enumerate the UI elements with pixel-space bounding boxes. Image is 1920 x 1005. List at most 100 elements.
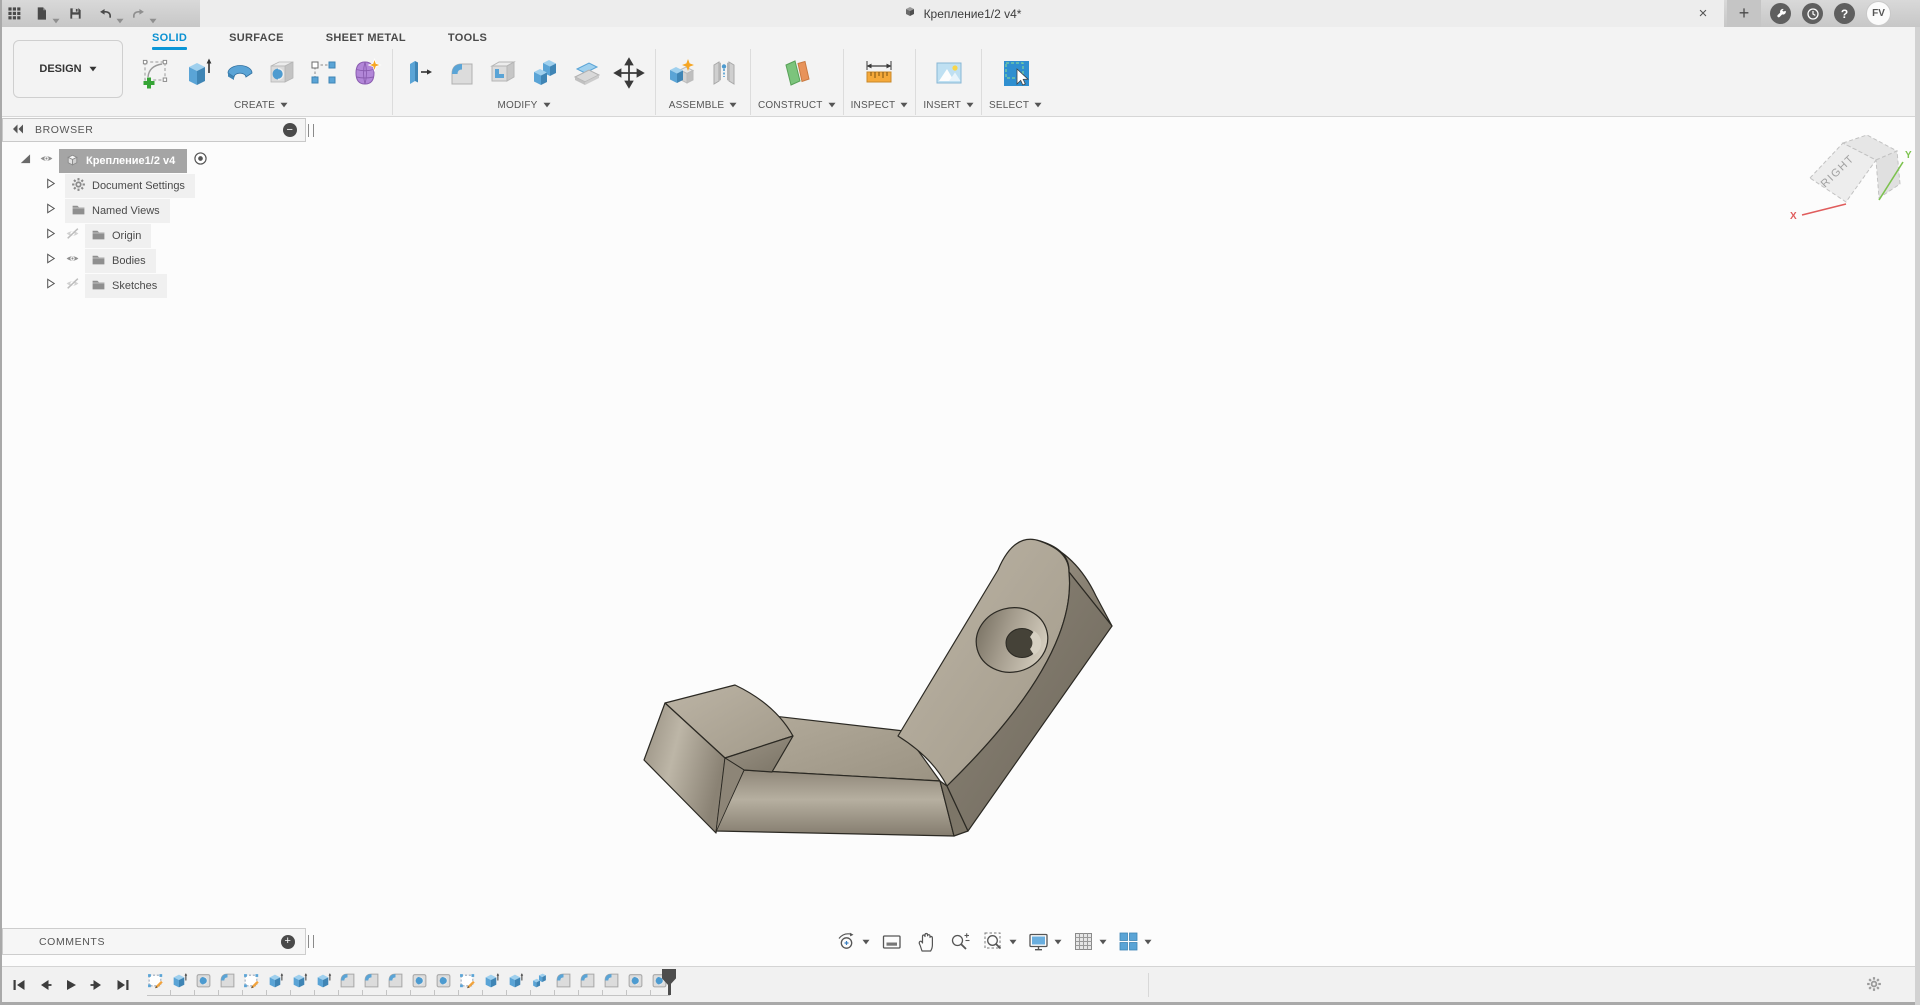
timeline-feature-fillet-11[interactable] [387, 971, 404, 989]
timeline-settings-icon[interactable] [1866, 976, 1882, 997]
measure-icon[interactable] [860, 51, 898, 95]
redo-caret[interactable] [149, 11, 157, 24]
timeline-feature-hole-3[interactable] [195, 971, 212, 989]
browser-node-sketches[interactable]: Sketches [2, 273, 306, 298]
viewcube[interactable]: RIGHT X Y [1782, 118, 1920, 230]
tab-surface[interactable]: SURFACE [229, 32, 284, 50]
step-forward-button[interactable] [88, 976, 106, 994]
timeline-feature-sketch-14[interactable] [459, 971, 476, 989]
expander-collapsed-icon[interactable] [44, 252, 57, 270]
group-label-modify[interactable]: MODIFY [497, 97, 551, 113]
rectangular-pattern-icon[interactable] [305, 51, 343, 95]
eye-off-icon[interactable] [65, 226, 80, 246]
comments-bar[interactable]: COMMENTS + [2, 928, 306, 955]
browser-node-document-settings[interactable]: Document Settings [2, 173, 306, 198]
play-button[interactable] [62, 976, 80, 994]
node-label[interactable]: Named Views [65, 198, 170, 223]
node-label[interactable]: Bodies [85, 248, 156, 273]
pan-icon[interactable] [912, 928, 940, 956]
timeline-feature-sketch-5[interactable] [243, 971, 260, 989]
timeline-feature-hole-21[interactable] [627, 971, 644, 989]
timeline-feature-sketch-1[interactable] [147, 971, 164, 989]
expander-collapsed-icon[interactable] [44, 202, 57, 220]
create-sketch-icon[interactable] [137, 51, 175, 95]
browser-node-named-views[interactable]: Named Views [2, 198, 306, 223]
browser-header[interactable]: BROWSER − [2, 118, 306, 142]
redo-icon[interactable] [130, 5, 147, 22]
undo-caret[interactable] [116, 11, 124, 24]
timeline-feature-fillet-10[interactable] [363, 971, 380, 989]
browser-node-origin[interactable]: Origin [2, 223, 306, 248]
eye-icon[interactable] [65, 251, 80, 271]
browser-collapse-icon[interactable]: − [283, 123, 297, 137]
group-label-assemble[interactable]: ASSEMBLE [669, 97, 738, 113]
viewports-icon[interactable] [1115, 928, 1154, 956]
notifications-icon[interactable] [1802, 3, 1823, 24]
fit-icon[interactable] [980, 928, 1019, 956]
undo-icon[interactable] [97, 5, 114, 22]
timeline-feature-extrude-7[interactable] [291, 971, 308, 989]
group-label-insert[interactable]: INSERT [923, 97, 974, 113]
workspace-switcher[interactable]: DESIGN [13, 40, 123, 98]
move-icon[interactable] [610, 51, 648, 95]
extrude-icon[interactable] [179, 51, 217, 95]
timeline-feature-fillet-4[interactable] [219, 971, 236, 989]
tab-solid[interactable]: SOLID [152, 32, 187, 50]
grid-icon[interactable] [1070, 928, 1109, 956]
node-label[interactable]: Document Settings [65, 173, 195, 198]
select-icon[interactable] [997, 51, 1035, 95]
tab-tools[interactable]: TOOLS [448, 32, 487, 50]
job-status-icon[interactable] [1770, 3, 1791, 24]
group-label-select[interactable]: SELECT [989, 97, 1042, 113]
expander-expanded-icon[interactable] [18, 152, 31, 170]
model-body[interactable] [520, 508, 1160, 868]
timeline-feature-hole-12[interactable] [411, 971, 428, 989]
help-icon[interactable]: ? [1834, 3, 1855, 24]
add-comment-icon[interactable]: + [281, 934, 295, 949]
construction-plane-icon[interactable] [778, 51, 816, 95]
node-label[interactable]: Sketches [85, 273, 168, 298]
expander-collapsed-icon[interactable] [44, 277, 57, 295]
orbit-icon[interactable] [833, 928, 872, 956]
timeline-feature-fillet-20[interactable] [603, 971, 620, 989]
joint-icon[interactable] [705, 51, 743, 95]
node-label[interactable]: Origin [85, 223, 152, 248]
file-new-icon[interactable] [33, 5, 50, 22]
browser-node-root[interactable]: Крепление1/2 v4 [2, 148, 306, 173]
expander-collapsed-icon[interactable] [44, 227, 57, 245]
create-form-icon[interactable] [347, 51, 385, 95]
avatar[interactable]: FV [1866, 1, 1891, 26]
revolve-icon[interactable] [221, 51, 259, 95]
app-grid-icon[interactable] [6, 5, 23, 22]
timeline-feature-extrude-15[interactable] [483, 971, 500, 989]
timeline-feature-fillet-19[interactable] [579, 971, 596, 989]
look-at-icon[interactable] [878, 928, 906, 956]
timeline-feature-combine-17[interactable] [531, 971, 548, 989]
combine-icon[interactable] [526, 51, 564, 95]
go-to-end-button[interactable] [114, 976, 132, 994]
timeline-feature-fillet-9[interactable] [339, 971, 356, 989]
browser-resize-grip[interactable] [308, 124, 314, 137]
timeline-feature-extrude-6[interactable] [267, 971, 284, 989]
press-pull-icon[interactable] [400, 51, 438, 95]
timeline-feature-hole-13[interactable] [435, 971, 452, 989]
timeline-feature-fillet-18[interactable] [555, 971, 572, 989]
eye-off-icon[interactable] [65, 276, 80, 296]
eye-icon[interactable] [39, 151, 54, 171]
group-label-create[interactable]: CREATE [234, 97, 288, 113]
zoom-icon[interactable] [946, 928, 974, 956]
new-component-icon[interactable] [663, 51, 701, 95]
file-menu-caret[interactable] [52, 11, 60, 24]
activate-component-icon[interactable] [193, 151, 208, 171]
new-tab-button[interactable]: + [1727, 0, 1761, 27]
timeline-feature-extrude-2[interactable] [171, 971, 188, 989]
step-back-button[interactable] [36, 976, 54, 994]
insert-image-icon[interactable] [930, 51, 968, 95]
document-tab[interactable]: Крепление1/2 v4* × [200, 0, 1724, 27]
save-icon[interactable] [67, 5, 84, 22]
timeline-ruler[interactable] [147, 990, 670, 996]
shell-icon[interactable] [484, 51, 522, 95]
collapse-panel-icon[interactable] [11, 122, 25, 139]
hole-icon[interactable] [263, 51, 301, 95]
browser-node-bodies[interactable]: Bodies [2, 248, 306, 273]
